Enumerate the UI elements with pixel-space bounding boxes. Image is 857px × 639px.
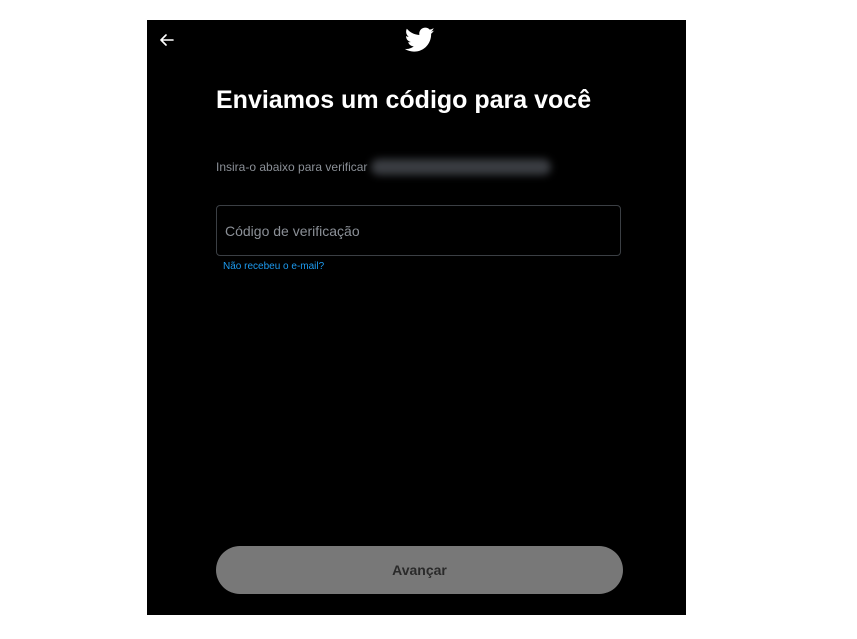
verification-code-field[interactable] [216, 205, 621, 256]
next-button[interactable]: Avançar [216, 546, 623, 594]
arrow-left-icon [160, 34, 174, 46]
redacted-email [371, 159, 552, 175]
verification-code-input[interactable] [217, 206, 620, 255]
verification-dialog: Enviamos um código para você Insira-o ab… [147, 20, 686, 615]
back-button[interactable] [155, 28, 179, 52]
subtitle-text: Insira-o abaixo para verificar [216, 160, 368, 174]
twitter-bird-icon [405, 27, 435, 52]
resend-email-link[interactable]: Não recebeu o e-mail? [223, 261, 324, 272]
page-title: Enviamos um código para você [216, 86, 592, 114]
subtitle: Insira-o abaixo para verificar [216, 159, 552, 175]
